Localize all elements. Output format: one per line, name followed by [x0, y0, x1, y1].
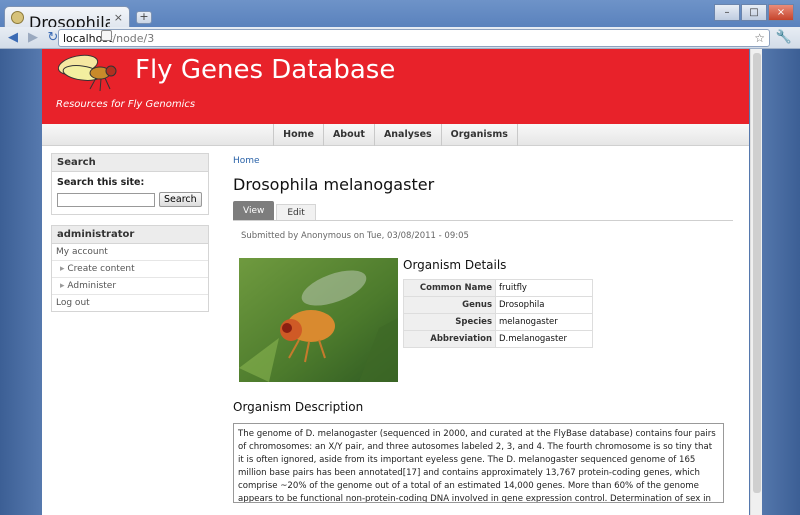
organism-image [239, 258, 398, 382]
fly-logo-icon[interactable] [56, 51, 122, 93]
page-viewport: Fly Genes Database Resources for Fly Gen… [0, 49, 800, 515]
menu-my-account[interactable]: My account [52, 244, 208, 261]
main-content: Home Drosophila melanogaster View Edit S… [233, 153, 733, 503]
nav-organisms[interactable]: Organisms [440, 123, 518, 146]
details-value: Drosophila [495, 296, 593, 314]
nav-analyses[interactable]: Analyses [373, 123, 441, 146]
tab-close-icon[interactable]: × [114, 11, 123, 24]
details-value: D.melanogaster [495, 330, 593, 348]
description-title: Organism Description [233, 400, 364, 414]
bookmark-star-icon[interactable]: ☆ [754, 31, 765, 45]
nav-home[interactable]: Home [273, 123, 323, 146]
details-key: Genus [403, 296, 496, 314]
organism-details: Organism Details Common Name fruitfly Ge… [403, 258, 593, 348]
close-window-button[interactable]: × [768, 4, 794, 21]
search-block: Search Search this site: Search [51, 153, 209, 215]
favicon-icon [11, 11, 24, 24]
site-header: Fly Genes Database Resources for Fly Gen… [42, 49, 749, 124]
user-block: administrator My account Create content … [51, 225, 209, 312]
site-name[interactable]: Fly Genes Database [135, 55, 395, 85]
window-controls: – □ × [714, 4, 794, 21]
details-table: Common Name fruitfly Genus Drosophila Sp… [403, 279, 593, 348]
search-input[interactable] [57, 192, 155, 207]
details-key: Species [403, 313, 496, 331]
local-tabs: View Edit [233, 201, 733, 221]
browser-toolbar: ◀ ▶ ↻ localhost/node/3 ☆ 🔧 [0, 27, 800, 49]
page-title: Drosophila melanogaster [233, 175, 435, 194]
address-bar[interactable]: localhost/node/3 ☆ [58, 29, 770, 47]
primary-nav: Home About Analyses Organisms [42, 123, 749, 146]
browser-tab[interactable]: Drosophila melanoga… × [4, 6, 130, 32]
search-button[interactable]: Search [159, 192, 202, 207]
table-row: Genus Drosophila [403, 296, 593, 314]
search-block-title: Search [52, 154, 208, 172]
minimize-button[interactable]: – [714, 4, 740, 21]
search-label: Search this site: [57, 177, 145, 188]
breadcrumb-home[interactable]: Home [233, 156, 260, 166]
menu-create-content[interactable]: Create content [52, 261, 208, 278]
new-tab-button[interactable]: + [136, 11, 152, 24]
scrollbar-thumb[interactable] [753, 53, 761, 493]
page-icon [101, 30, 112, 41]
wrench-icon[interactable]: 🔧 [776, 30, 792, 45]
back-arrow-icon[interactable]: ◀ [4, 29, 22, 47]
details-value: fruitfly [495, 279, 593, 297]
organism-row: Organism Details Common Name fruitfly Ge… [233, 258, 733, 384]
submitted-info: Submitted by Anonymous on Tue, 03/08/201… [241, 231, 469, 241]
details-key: Common Name [403, 279, 496, 297]
details-value: melanogaster [495, 313, 593, 331]
page-scrollbar[interactable] [750, 49, 762, 515]
details-key: Abbreviation [403, 330, 496, 348]
menu-log-out[interactable]: Log out [52, 295, 208, 311]
site-slogan: Resources for Fly Genomics [56, 99, 196, 110]
details-title: Organism Details [403, 258, 507, 272]
sidebar: Search Search this site: Search administ… [51, 153, 209, 322]
tab-edit[interactable]: Edit [276, 204, 316, 220]
description-text: The genome of D. melanogaster (sequenced… [233, 423, 724, 503]
nav-about[interactable]: About [322, 123, 374, 146]
forward-arrow-icon[interactable]: ▶ [24, 29, 42, 47]
table-row: Common Name fruitfly [403, 279, 593, 297]
table-row: Abbreviation D.melanogaster [403, 330, 593, 348]
menu-administer[interactable]: Administer [52, 278, 208, 295]
url-path: /node/3 [112, 31, 155, 45]
tab-view[interactable]: View [233, 201, 275, 220]
table-row: Species melanogaster [403, 313, 593, 331]
browser-tabstrip: Drosophila melanoga… × + – □ × [0, 0, 800, 32]
page-container: Fly Genes Database Resources for Fly Gen… [42, 49, 749, 515]
user-block-title: administrator [52, 226, 208, 244]
maximize-button[interactable]: □ [741, 4, 767, 21]
breadcrumb: Home [233, 153, 733, 166]
